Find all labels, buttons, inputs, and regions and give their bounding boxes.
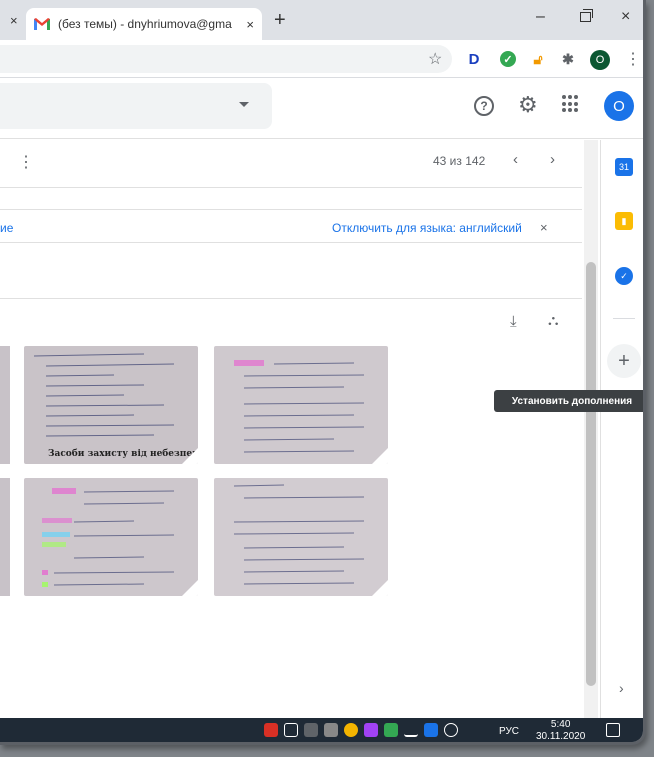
tasks-icon[interactable]: ✓ [615,267,633,285]
address-bar[interactable] [0,45,452,73]
tray-app-icon[interactable] [384,723,398,737]
translate-link[interactable]: ие [0,221,13,235]
disable-translate-link[interactable]: Отключить для языка: английский [332,221,522,235]
usb-icon[interactable] [284,723,298,737]
attachment-partial[interactable] [0,346,10,464]
wifi-icon[interactable] [404,723,418,737]
search-input[interactable] [0,83,272,129]
google-apps-icon[interactable] [562,95,580,113]
tab-strip: × (без темы) - dnyhriumova@gma × + – × [0,0,643,40]
volume-icon[interactable] [444,723,458,737]
download-all-icon[interactable]: ⤓ [510,313,517,330]
keep-icon[interactable]: ▮ [615,212,633,230]
bookmark-star-icon[interactable]: ☆ [428,49,442,69]
divider [0,187,582,188]
minimize-button[interactable]: – [536,8,545,26]
window-close-button[interactable]: × [621,8,630,26]
tray-app-icon[interactable] [364,723,378,737]
check-extension-icon[interactable]: ✓ [500,51,516,67]
addons-tooltip: Установить дополнения [494,390,643,412]
side-panel: 31 ▮ ✓ + › [600,140,643,718]
tab-title: (без темы) - dnyhriumova@gma [58,17,232,31]
save-to-drive-icon[interactable]: ⛬ [548,312,559,329]
divider [0,298,582,299]
settings-gear-icon[interactable]: ⚙ [518,92,538,118]
gmail-header: ? ⚙ O [0,79,643,139]
page-curl [372,580,388,596]
clock-time: 5:40 [550,719,571,730]
page-curl [182,448,198,464]
restore-button[interactable] [580,9,593,22]
message-counter: 43 из 142 [433,154,486,168]
system-tray [264,723,458,737]
attachment-1[interactable]: Засоби захисту від небезпечних [24,346,198,464]
attachment-2[interactable] [214,346,388,464]
attachment-partial[interactable] [0,478,10,596]
d-extension-icon[interactable]: D [466,51,482,68]
tray-app-icon[interactable] [264,723,278,737]
older-message-button[interactable]: › [550,151,555,168]
translate-close-icon[interactable]: × [540,220,548,235]
calendar-icon[interactable]: 31 [615,158,633,176]
expand-panel-icon[interactable]: › [619,680,624,696]
new-tab-button[interactable]: + [274,9,286,32]
translate-bar: ие Отключить для языка: английский × [0,209,582,243]
tab-gmail[interactable]: (без темы) - dnyhriumova@gma × [26,8,262,40]
clock[interactable]: 5:40 30.11.2020 [536,719,586,742]
clock-date: 30.11.2020 [536,731,586,742]
page-curl [182,580,198,596]
more-actions-icon[interactable]: ⋮ [18,152,34,172]
notifications-icon[interactable] [606,723,620,737]
language-indicator[interactable]: РУС [499,726,519,737]
attachment-3[interactable] [24,478,198,596]
scrollbar-thumb[interactable] [586,262,596,686]
page-curl [372,448,388,464]
account-avatar[interactable]: O [604,91,634,121]
browser-toolbar: ☆ D ✓ 🔓︎ ✱ O ⋮ [0,40,643,78]
tray-tool-icon[interactable] [304,723,318,737]
divider [613,318,635,319]
puzzle-extensions-icon[interactable]: ✱ [560,51,576,67]
attachment-4[interactable] [214,478,388,596]
tab-close-button[interactable]: × [246,17,254,32]
windows-taskbar: РУС 5:40 30.11.2020 [0,718,643,742]
lock-extension-icon[interactable]: 🔓︎ [530,51,546,67]
browser-menu-icon[interactable]: ⋮ [625,49,641,69]
attachment-1-heading: Засоби захисту від небезпечних [48,448,198,459]
search-options-caret-icon[interactable] [239,102,249,107]
battery-icon[interactable] [324,723,338,737]
gmail-icon [34,18,50,30]
browser-window: × (без темы) - dnyhriumova@gma × + – × ☆… [0,0,646,745]
get-addons-button[interactable]: + [607,344,641,378]
newer-message-button[interactable]: ‹ [513,151,518,168]
browser-profile-button[interactable]: O [590,50,610,70]
previous-tab-close-button[interactable]: × [10,13,18,28]
help-icon[interactable]: ? [474,96,494,116]
tray-app-icon[interactable] [424,723,438,737]
tray-app-icon[interactable] [344,723,358,737]
